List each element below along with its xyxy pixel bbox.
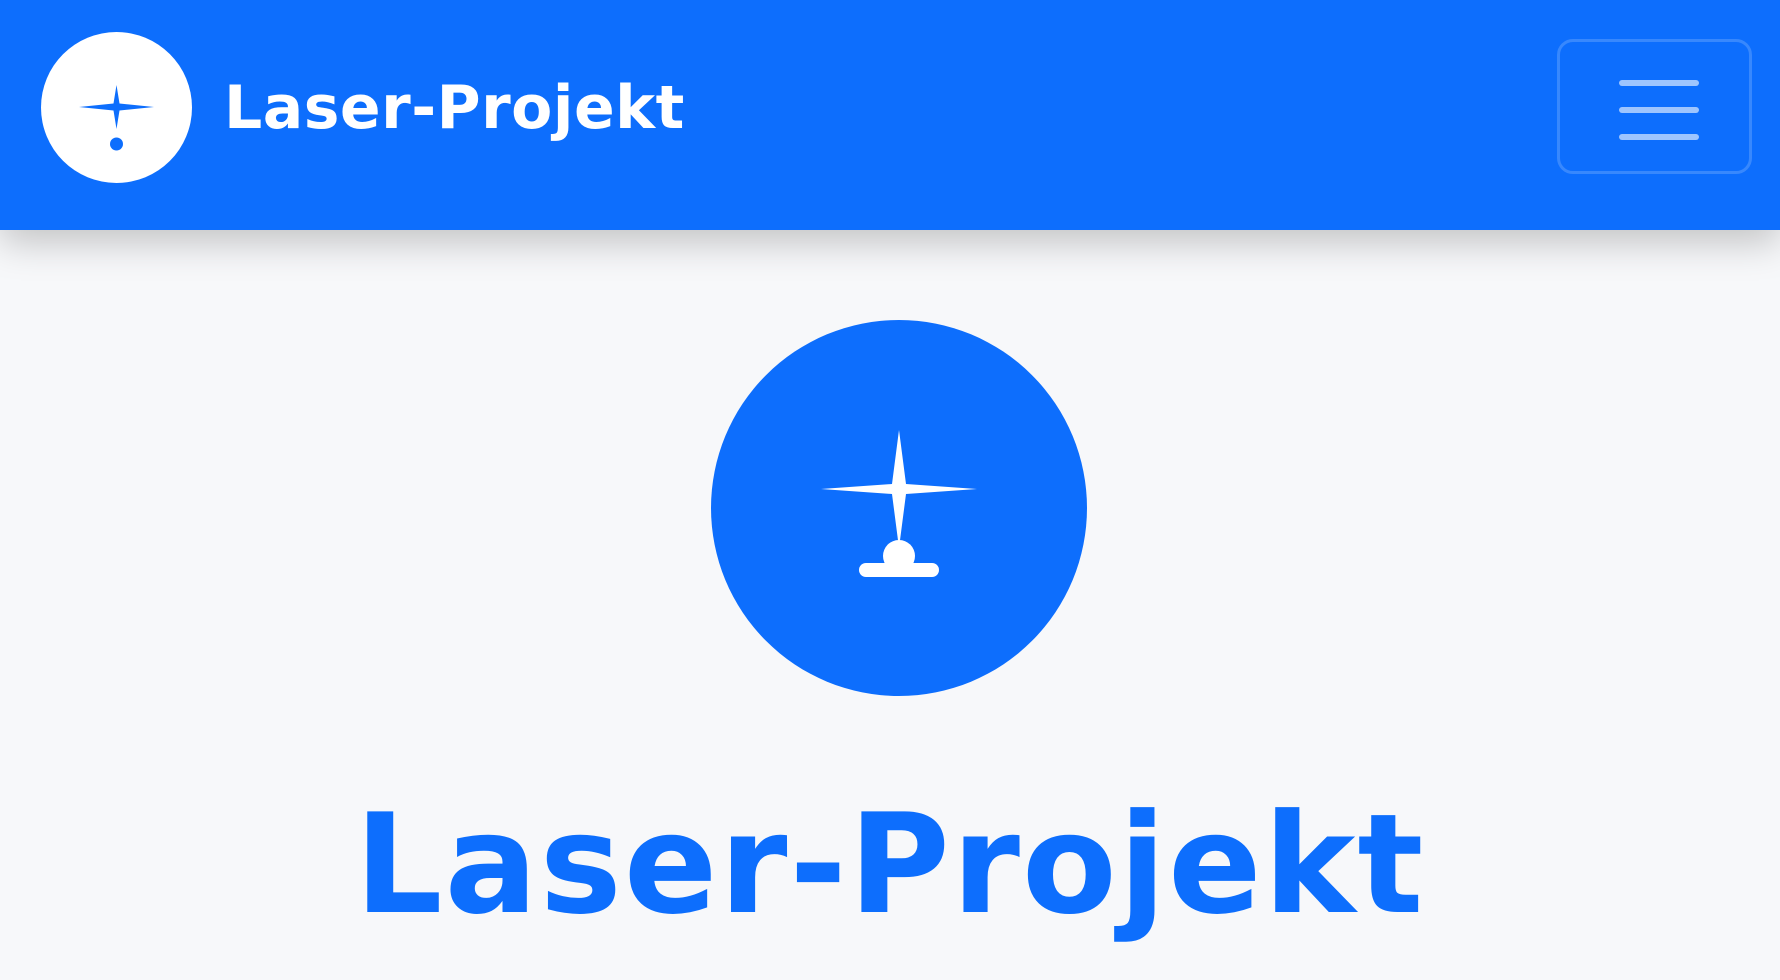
laser-engraver-icon <box>821 430 977 577</box>
brand-name[interactable]: Laser-Projekt <box>224 66 685 150</box>
laser-star-icon <box>79 85 154 151</box>
navbar: Laser-Projekt <box>0 0 1780 230</box>
menu-toggle-button[interactable] <box>1557 39 1752 174</box>
hero-title: Laser-Projekt <box>354 784 1426 945</box>
brand-logo-link[interactable] <box>41 32 192 183</box>
hero-logo <box>711 320 1087 696</box>
